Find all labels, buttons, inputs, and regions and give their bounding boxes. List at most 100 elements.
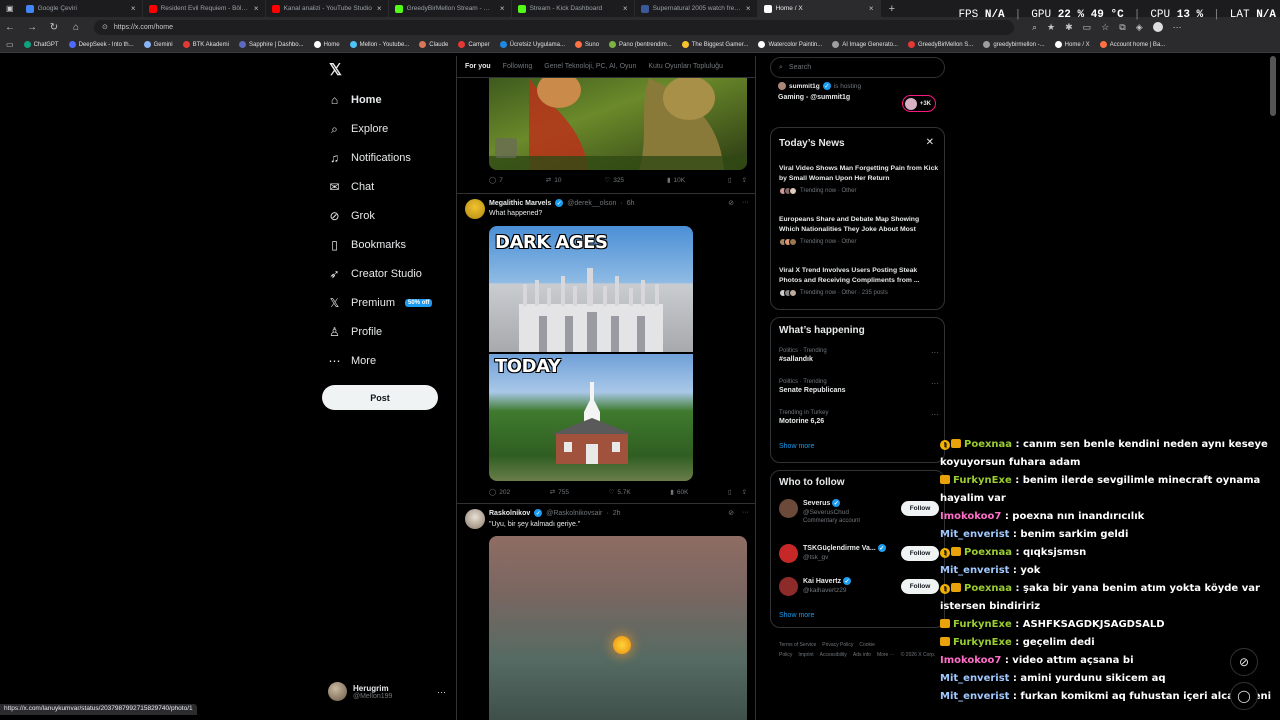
trend-item[interactable]: Politics · Trending #sallandık ··· [779, 348, 939, 363]
bookmark-item[interactable]: Suno [575, 41, 599, 48]
avatar[interactable] [779, 499, 798, 518]
post-image[interactable] [489, 78, 747, 170]
bookmark-button[interactable]: ▯ [728, 488, 732, 496]
like-button[interactable]: ♡ 325 [604, 176, 624, 185]
show-more-link[interactable]: Show more [779, 612, 814, 619]
tab-genel[interactable]: Genel Teknoloji, PC, AI, Oyun [544, 63, 636, 70]
bookmark-item[interactable]: AI Image Generato... [832, 41, 898, 48]
new-tab-icon[interactable]: + [881, 3, 903, 15]
repost-button[interactable]: ⇄ 755 [550, 488, 569, 497]
bookmark-item[interactable]: greedybirmellon -... [983, 41, 1045, 48]
nav-item-home[interactable]: ⌂ Home [328, 90, 382, 110]
grok-icon[interactable]: ⊘ [728, 509, 734, 517]
scrollbar[interactable] [1270, 56, 1276, 116]
browser-tab[interactable]: Resident Evil Requiem - Bölüm 5 × [143, 0, 266, 17]
footer-link[interactable]: Imprint [798, 652, 813, 658]
follow-suggestion[interactable]: Severus ✓ @SeverusChud Commentary account Fo… [779, 499, 939, 524]
bookmark-item[interactable]: Gemini [143, 41, 173, 48]
nav-item-creator-studio[interactable]: ➶ Creator Studio [328, 264, 421, 284]
avatar[interactable] [779, 577, 798, 596]
bookmark-item[interactable]: GreedyBirMellon S... [907, 41, 973, 48]
browser-tab[interactable]: GreedyBirMellon Stream - Watch × [389, 0, 512, 17]
bookmark-item[interactable]: Ücretsiz Uygulama... [499, 41, 565, 48]
bookmark-item[interactable]: Account home | Ba... [1099, 41, 1165, 48]
more-dots-icon[interactable]: ··· [742, 509, 749, 517]
tab-close-icon[interactable]: × [254, 4, 259, 13]
site-info-icon[interactable]: ⊙ [102, 23, 108, 31]
reply-button[interactable]: ◯ 7 [489, 176, 503, 185]
more-dots-icon[interactable]: ··· [437, 687, 446, 697]
nav-item-chat[interactable]: ✉ Chat [328, 177, 374, 197]
follow-suggestion[interactable]: TSKGüçlendirme Va... ✓ @tsk_gv Follow [779, 544, 939, 563]
bookmark-item[interactable]: Camper [458, 41, 490, 48]
bookmarks-folder-icon[interactable]: ▭ [6, 40, 14, 49]
reload-icon[interactable]: ↻ [48, 22, 60, 33]
avatar[interactable] [779, 544, 798, 563]
tab-close-icon[interactable]: × [131, 4, 136, 13]
views-button[interactable]: ▮ 60K [670, 488, 688, 497]
bookmark-item[interactable]: Watercolor Paintin... [758, 41, 822, 48]
grok-icon[interactable]: ⊘ [728, 199, 734, 207]
tab-close-icon[interactable]: × [746, 4, 751, 13]
tab-close-icon[interactable]: × [623, 4, 628, 13]
follow-button[interactable]: Follow [901, 546, 939, 561]
footer-link[interactable]: Terms of Service [779, 642, 816, 648]
search-input[interactable]: ⌕ Search [770, 57, 945, 78]
news-item[interactable]: Viral Video Shows Man Forgetting Pain fr… [779, 164, 939, 195]
tab-following[interactable]: Following [503, 63, 533, 70]
browser-tab[interactable]: Stream - Kick Dashboard × [512, 0, 635, 17]
post-time[interactable]: 6h [627, 200, 635, 207]
avatar[interactable] [465, 199, 485, 219]
bookmark-item[interactable]: Home / X [1054, 41, 1090, 48]
tab-close-icon[interactable]: × [869, 4, 874, 13]
browser-tab[interactable]: Kanal analizi - YouTube Studio × [266, 0, 389, 17]
trend-item[interactable]: Politics · Trending Senate Republicans ··· [779, 379, 939, 394]
views-button[interactable]: ▮ 10K [667, 176, 685, 185]
show-more-link[interactable]: Show more [779, 443, 814, 450]
host-listeners-pill[interactable]: +3K [902, 95, 936, 112]
bookmark-item[interactable]: Home [313, 41, 340, 48]
bookmark-item[interactable]: Sapphire | Dashbo... [238, 41, 304, 48]
tab-kutu[interactable]: Kutu Oyunları Topluluğu [648, 63, 723, 70]
x-logo-icon[interactable]: 𝕏 [329, 60, 342, 80]
author-name[interactable]: Raskolnikov [489, 510, 530, 517]
share-button[interactable]: ⇪ [742, 488, 747, 496]
window-menu-icon[interactable]: ▣ [0, 4, 20, 13]
bookmark-item[interactable]: The Biggest Gamer... [681, 41, 748, 48]
repost-button[interactable]: ⇄ 10 [546, 176, 562, 185]
footer-link[interactable]: Accessibility [820, 652, 847, 658]
grok-fab-icon[interactable]: ⊘ [1230, 648, 1258, 676]
nav-item-premium[interactable]: 𝕏 Premium 50% off [328, 293, 433, 313]
post-button[interactable]: Post [322, 385, 438, 410]
like-button[interactable]: ♡ 5.7K [609, 488, 631, 497]
footer-link[interactable]: © 2026 X Corp. [901, 652, 936, 658]
tab-close-icon[interactable]: × [500, 4, 505, 13]
nav-item-notifications[interactable]: ♫ Notifications [328, 148, 411, 168]
bookmark-button[interactable]: ▯ [728, 176, 732, 184]
more-dots-icon[interactable]: ··· [931, 379, 939, 388]
bookmark-item[interactable]: Claude [419, 41, 448, 48]
post-time[interactable]: 2h [613, 510, 621, 517]
close-icon[interactable]: ✕ [926, 137, 934, 148]
nav-item-bookmarks[interactable]: ▯ Bookmarks [328, 235, 406, 255]
forward-icon[interactable]: → [26, 22, 38, 33]
nav-item-grok[interactable]: ⊘ Grok [328, 206, 374, 226]
reply-button[interactable]: ◯ 202 [489, 488, 510, 497]
bookmark-item[interactable]: BTK Akademi [182, 41, 229, 48]
footer-link[interactable]: More ··· [877, 652, 895, 658]
post-image[interactable]: DARK AGES TODAY [489, 226, 693, 481]
bookmark-item[interactable]: Mellon - Youtube... [349, 41, 409, 48]
bookmark-item[interactable]: ChatGPT [23, 41, 59, 48]
home-button-icon[interactable]: ⌂ [70, 22, 82, 33]
browser-tab[interactable]: Google Çeviri × [20, 0, 143, 17]
more-dots-icon[interactable]: ··· [742, 199, 749, 207]
footer-link[interactable]: Ads info [853, 652, 871, 658]
bookmark-item[interactable]: DeepSeek - Into th... [68, 41, 134, 48]
tab-for[interactable]: For you [465, 63, 491, 70]
share-button[interactable]: ⇪ [742, 176, 747, 184]
nav-item-explore[interactable]: ⌕ Explore [328, 119, 388, 139]
account-switcher[interactable]: Herugrim @Mellon199 ··· [328, 682, 446, 701]
messages-fab-icon[interactable]: ◯ [1230, 682, 1258, 710]
url-field[interactable]: ⊙ https://x.com/home [94, 19, 1014, 35]
footer-link[interactable]: Privacy Policy [822, 642, 853, 648]
